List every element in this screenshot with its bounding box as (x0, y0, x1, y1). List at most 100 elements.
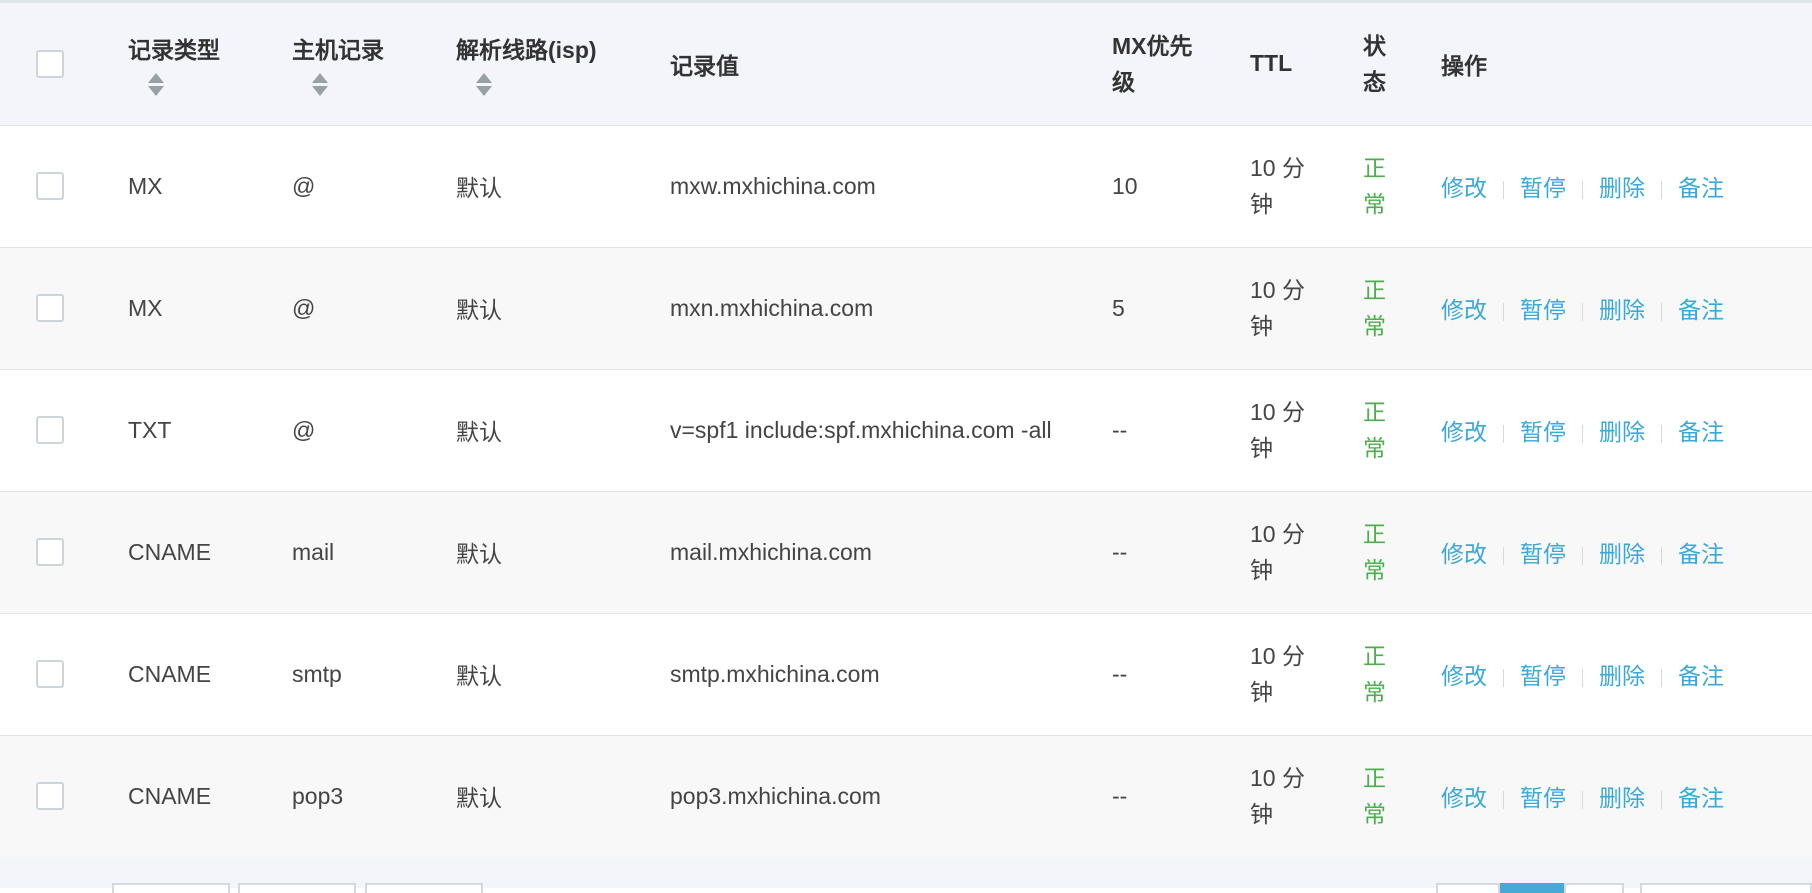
delete-link[interactable]: 删除 (1599, 419, 1645, 445)
sort-icon[interactable] (312, 73, 328, 97)
delete-link[interactable]: 删除 (1599, 175, 1645, 201)
header-resolution-line[interactable]: 解析线路(isp) (456, 3, 670, 126)
table-header-row: 记录类型 主机记录 解析线路(isp) 记录值 MX优先级 TTL 状态 操作 (0, 3, 1812, 126)
page-size-select[interactable] (1640, 883, 1812, 893)
pause-link[interactable]: 暂停 (1520, 297, 1566, 323)
delete-link[interactable]: 删除 (1599, 541, 1645, 567)
record-type-cell: MX (128, 247, 292, 370)
delete-link[interactable]: 删除 (1599, 663, 1645, 689)
host-record-cell: mail (292, 491, 456, 614)
row-select-cell (0, 491, 128, 614)
table-row: CNAME mail 默认 mail.mxhichina.com -- 10 分钟 正常 修改… (0, 491, 1812, 614)
edit-link[interactable]: 修改 (1441, 785, 1487, 811)
header-host-record[interactable]: 主机记录 (292, 3, 456, 126)
record-type-cell: TXT (128, 369, 292, 492)
actions-cell: 修改 暂停 删除 备注 (1441, 613, 1812, 736)
host-record-cell: @ (292, 369, 456, 492)
ttl-cell: 10 分钟 (1250, 735, 1363, 858)
ttl-text: 10 分钟 (1250, 765, 1305, 827)
pause-link[interactable]: 暂停 (1520, 663, 1566, 689)
page-next-button[interactable] (1564, 883, 1624, 893)
edit-link[interactable]: 修改 (1441, 663, 1487, 689)
note-link[interactable]: 备注 (1678, 297, 1724, 323)
resolution-line-cell: 默认 (456, 125, 670, 248)
resolution-line-cell: 默认 (456, 247, 670, 370)
table-row: CNAME pop3 默认 pop3.mxhichina.com -- 10 分钟 正常 修改… (0, 735, 1812, 858)
note-link[interactable]: 备注 (1678, 175, 1724, 201)
record-value-cell: mxn.mxhichina.com (670, 247, 1112, 370)
resolution-line-cell: 默认 (456, 369, 670, 492)
status-cell: 正常 (1363, 369, 1441, 492)
note-link[interactable]: 备注 (1678, 419, 1724, 445)
pagination-button[interactable] (365, 883, 483, 893)
edit-link[interactable]: 修改 (1441, 297, 1487, 323)
edit-link[interactable]: 修改 (1441, 541, 1487, 567)
delete-link[interactable]: 删除 (1599, 785, 1645, 811)
mx-priority-cell: -- (1112, 735, 1250, 858)
row-select-cell (0, 369, 128, 492)
actions-cell: 修改 暂停 删除 备注 (1441, 491, 1812, 614)
row-checkbox[interactable] (36, 538, 64, 566)
action-divider (1661, 180, 1662, 199)
row-select-cell (0, 247, 128, 370)
record-value-text: mail.mxhichina.com (670, 539, 872, 565)
header-mx-priority-label: MX优先级 (1112, 32, 1193, 95)
status-cell: 正常 (1363, 247, 1441, 370)
row-checkbox[interactable] (36, 660, 64, 688)
ttl-cell: 10 分钟 (1250, 613, 1363, 736)
ttl-text: 10 分钟 (1250, 399, 1305, 461)
action-divider (1661, 302, 1662, 321)
delete-link[interactable]: 删除 (1599, 297, 1645, 323)
page-current-button[interactable] (1500, 883, 1564, 893)
row-checkbox[interactable] (36, 782, 64, 810)
page-prev-button[interactable] (1436, 883, 1500, 893)
actions-cell: 修改 暂停 删除 备注 (1441, 369, 1812, 492)
pagination-button[interactable] (238, 883, 356, 893)
action-divider (1661, 424, 1662, 443)
header-mx-priority: MX优先级 (1112, 3, 1250, 126)
sort-icon[interactable] (148, 73, 164, 97)
action-divider (1503, 790, 1504, 809)
action-divider (1661, 790, 1662, 809)
host-record-cell: @ (292, 125, 456, 248)
pause-link[interactable]: 暂停 (1520, 785, 1566, 811)
action-divider (1503, 302, 1504, 321)
status-cell: 正常 (1363, 125, 1441, 248)
header-ttl-label: TTL (1250, 50, 1293, 77)
status-cell: 正常 (1363, 491, 1441, 614)
pause-link[interactable]: 暂停 (1520, 541, 1566, 567)
pagination-button[interactable] (112, 883, 230, 893)
note-link[interactable]: 备注 (1678, 785, 1724, 811)
sort-icon[interactable] (476, 73, 492, 97)
host-record-cell: smtp (292, 613, 456, 736)
header-actions: 操作 (1441, 3, 1812, 126)
header-actions-label: 操作 (1441, 52, 1487, 79)
row-checkbox[interactable] (36, 172, 64, 200)
resolution-line-cell: 默认 (456, 613, 670, 736)
select-all-checkbox[interactable] (36, 49, 64, 78)
note-link[interactable]: 备注 (1678, 541, 1724, 567)
pause-link[interactable]: 暂停 (1520, 175, 1566, 201)
record-value-text: v=spf1 include:spf.mxhichina.com -all (670, 417, 1052, 443)
header-record-value-label: 记录值 (670, 52, 739, 79)
host-record-cell: pop3 (292, 735, 456, 858)
edit-link[interactable]: 修改 (1441, 175, 1487, 201)
mx-priority-cell: 5 (1112, 247, 1250, 370)
status-badge: 正常 (1363, 765, 1386, 827)
action-divider (1582, 424, 1583, 443)
mx-priority-cell: -- (1112, 491, 1250, 614)
note-link[interactable]: 备注 (1678, 663, 1724, 689)
record-value-cell: smtp.mxhichina.com (670, 613, 1112, 736)
record-value-text: mxw.mxhichina.com (670, 173, 876, 199)
header-select-cell (0, 3, 128, 126)
record-type-cell: MX (128, 125, 292, 248)
action-divider (1582, 180, 1583, 199)
pause-link[interactable]: 暂停 (1520, 419, 1566, 445)
table-row: TXT @ 默认 v=spf1 include:spf.mxhichina.com -… (0, 369, 1812, 492)
action-divider (1661, 668, 1662, 687)
row-checkbox[interactable] (36, 416, 64, 444)
edit-link[interactable]: 修改 (1441, 419, 1487, 445)
row-checkbox[interactable] (36, 294, 64, 322)
header-record-type-label: 记录类型 (128, 37, 220, 64)
header-record-type[interactable]: 记录类型 (128, 3, 292, 126)
